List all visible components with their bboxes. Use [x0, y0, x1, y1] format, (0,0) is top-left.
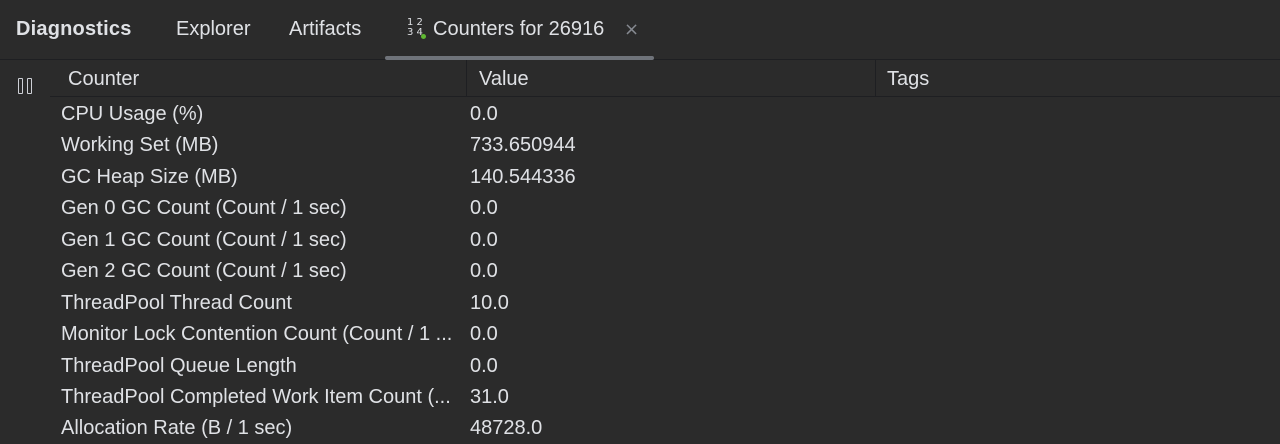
- table-row[interactable]: GC Heap Size (MB) 140.544336: [50, 161, 1280, 192]
- table-row[interactable]: Monitor Lock Contention Count (Count / 1…: [50, 318, 1280, 349]
- column-header-value[interactable]: Value: [466, 60, 875, 96]
- tab-explorer[interactable]: Explorer: [176, 18, 250, 41]
- counters-table: Counter Value Tags CPU Usage (%) 0.0 Wor…: [50, 60, 1280, 443]
- counter-name: Gen 2 GC Count (Count / 1 sec): [61, 260, 347, 283]
- counter-tags: [887, 129, 1277, 160]
- table-row[interactable]: Gen 1 GC Count (Count / 1 sec) 0.0: [50, 224, 1280, 255]
- toolwindow-title: Diagnostics: [16, 18, 132, 40]
- counter-value: 0.0: [470, 228, 498, 251]
- counter-name: Monitor Lock Contention Count (Count / 1…: [61, 323, 453, 346]
- counter-tags: [887, 224, 1277, 255]
- column-header-counter[interactable]: Counter: [50, 60, 466, 96]
- counter-name: ThreadPool Thread Count: [61, 291, 292, 314]
- counter-name: CPU Usage (%): [61, 103, 204, 125]
- counter-value: 0.0: [470, 197, 498, 220]
- counter-tags: [887, 350, 1277, 381]
- table-row[interactable]: ThreadPool Thread Count 10.0: [50, 287, 1280, 318]
- column-header-tags[interactable]: Tags: [875, 60, 1280, 96]
- table-row[interactable]: Gen 2 GC Count (Count / 1 sec) 0.0: [50, 255, 1280, 286]
- counter-value: 0.0: [470, 260, 498, 283]
- counter-tags: [887, 381, 1277, 412]
- table-row[interactable]: ThreadPool Queue Length 0.0: [50, 350, 1280, 381]
- tab-counters[interactable]: 1 2 3 4 Counters for 26916 ×: [385, 0, 654, 60]
- counter-value: 0.0: [470, 323, 498, 346]
- tab-artifacts[interactable]: Artifacts: [289, 18, 361, 41]
- counter-tags: [887, 287, 1277, 318]
- counter-tags: [887, 255, 1277, 286]
- table-header: Counter Value Tags: [50, 60, 1280, 97]
- table-row[interactable]: Gen 0 GC Count (Count / 1 sec) 0.0: [50, 192, 1280, 223]
- counters-icon: 1 2 3 4: [407, 18, 427, 42]
- counter-value: 0.0: [470, 103, 498, 125]
- counter-tags: [887, 412, 1277, 443]
- counter-name: ThreadPool Completed Work Item Count (..…: [61, 385, 451, 408]
- table-row[interactable]: Allocation Rate (B / 1 sec) 48728.0: [50, 412, 1280, 443]
- table-row[interactable]: Working Set (MB) 733.650944: [50, 129, 1280, 160]
- counter-name: ThreadPool Queue Length: [61, 354, 297, 377]
- tab-bar: Diagnostics Explorer Artifacts 1 2 3 4 C…: [0, 0, 1280, 60]
- counter-value: 733.650944: [470, 134, 576, 157]
- close-icon[interactable]: ×: [624, 19, 639, 40]
- counter-tags: [887, 192, 1277, 223]
- pause-icon: [18, 78, 23, 94]
- counter-value: 0.0: [470, 354, 498, 377]
- running-status-dot: [421, 34, 426, 39]
- counter-value: 31.0: [470, 385, 509, 408]
- counter-name: Allocation Rate (B / 1 sec): [61, 417, 293, 440]
- counter-tags: [887, 98, 1277, 129]
- counter-tags: [887, 318, 1277, 349]
- counter-name: GC Heap Size (MB): [61, 165, 238, 188]
- counter-tags: [887, 161, 1277, 192]
- table-row[interactable]: CPU Usage (%) 0.0: [50, 98, 1280, 129]
- tab-counters-label: Counters for 26916: [433, 18, 605, 40]
- pause-icon-bar: [27, 78, 32, 94]
- counter-value: 48728.0: [470, 417, 543, 440]
- counter-name: Gen 0 GC Count (Count / 1 sec): [61, 197, 347, 220]
- table-body: CPU Usage (%) 0.0 Working Set (MB) 733.6…: [50, 98, 1280, 444]
- table-row[interactable]: ThreadPool Completed Work Item Count (..…: [50, 381, 1280, 412]
- counter-value: 10.0: [470, 291, 509, 314]
- pause-button[interactable]: [18, 78, 36, 96]
- counter-name: Gen 1 GC Count (Count / 1 sec): [61, 228, 347, 251]
- counter-value: 140.544336: [470, 165, 576, 188]
- counter-name: Working Set (MB): [61, 134, 219, 157]
